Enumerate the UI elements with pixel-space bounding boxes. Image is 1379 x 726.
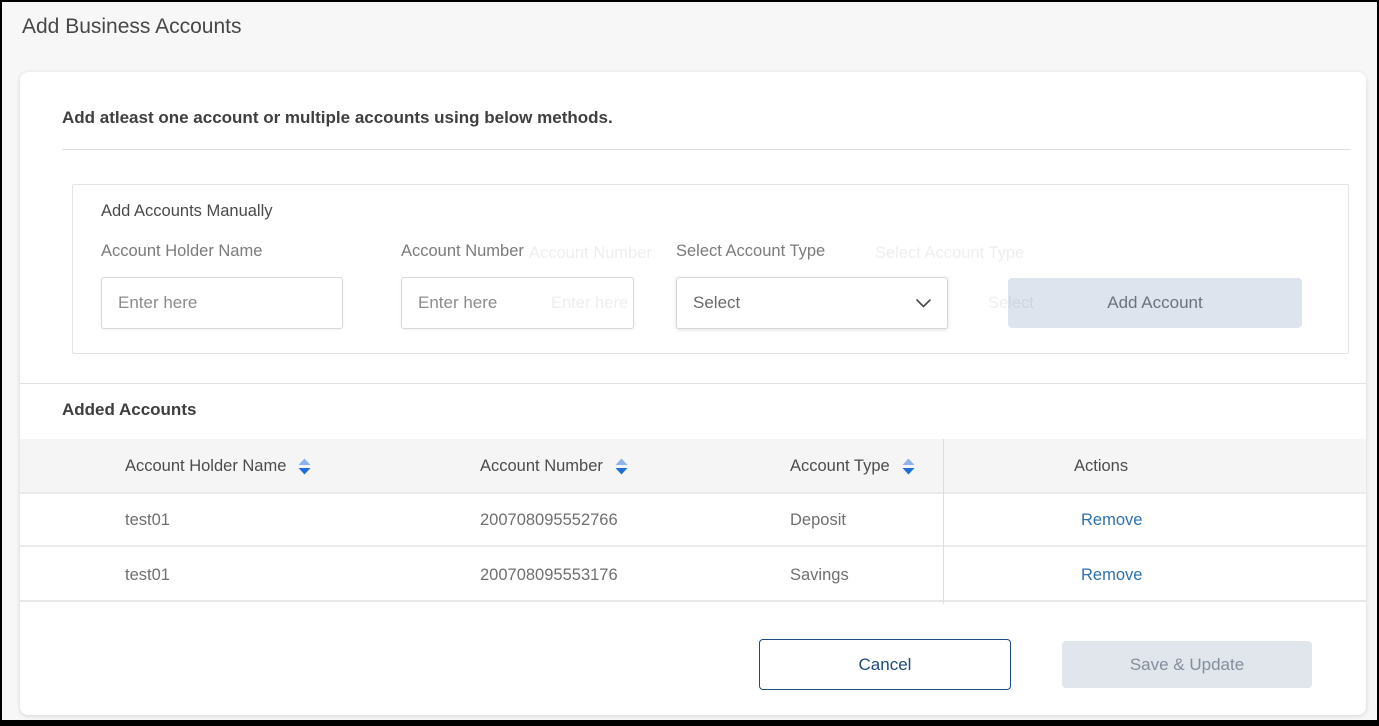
sort-icon[interactable] — [298, 458, 311, 475]
save-update-button[interactable]: Save & Update — [1062, 641, 1312, 688]
manual-panel-title: Add Accounts Manually — [101, 202, 273, 221]
remove-link[interactable]: Remove — [1081, 549, 1142, 602]
add-account-button[interactable]: Add Account — [1008, 278, 1302, 328]
cell-account-number: 200708095553176 — [480, 549, 618, 602]
cell-account-type: Savings — [790, 549, 849, 602]
section-divider — [20, 383, 1366, 384]
sort-icon[interactable] — [902, 458, 915, 475]
chevron-down-icon — [916, 299, 931, 308]
cell-account-number: 200708095552766 — [480, 494, 618, 547]
table-header-row: Account Holder Name Account Number Accou… — [20, 439, 1366, 494]
cell-account-holder-name: test01 — [125, 494, 170, 547]
header-actions: Actions — [1074, 439, 1128, 494]
account-number-input[interactable] — [401, 277, 634, 329]
header-account-number[interactable]: Account Number — [480, 439, 628, 494]
remove-link[interactable]: Remove — [1081, 494, 1142, 547]
add-business-accounts-card: Add atleast one account or multiple acco… — [20, 72, 1366, 715]
add-accounts-manually-panel: Add Accounts Manually Account Holder Nam… — [72, 184, 1349, 354]
header-account-type[interactable]: Account Type — [790, 439, 915, 494]
intro-text: Add atleast one account or multiple acco… — [62, 108, 613, 128]
cell-account-type: Deposit — [790, 494, 846, 547]
account-holder-name-input[interactable] — [101, 277, 343, 329]
intro-divider — [62, 149, 1350, 150]
cell-account-holder-name: test01 — [125, 549, 170, 602]
account-type-label: Select Account Type — [676, 242, 825, 261]
page-title: Add Business Accounts — [22, 15, 241, 39]
actions-column-divider — [943, 439, 944, 604]
table-row: test01 200708095553176 Savings Remove — [20, 549, 1366, 602]
account-holder-name-label: Account Holder Name — [101, 242, 262, 261]
account-type-select[interactable]: Select — [676, 277, 948, 329]
added-accounts-title: Added Accounts — [62, 400, 196, 420]
header-account-holder-name[interactable]: Account Holder Name — [125, 439, 311, 494]
sort-icon[interactable] — [615, 458, 628, 475]
cancel-button[interactable]: Cancel — [759, 639, 1011, 690]
table-row: test01 200708095552766 Deposit Remove — [20, 494, 1366, 547]
account-type-select-value: Select — [693, 293, 740, 313]
app-window: Add Business Accounts Add atleast one ac… — [0, 0, 1379, 726]
account-number-label: Account Number — [401, 242, 524, 261]
